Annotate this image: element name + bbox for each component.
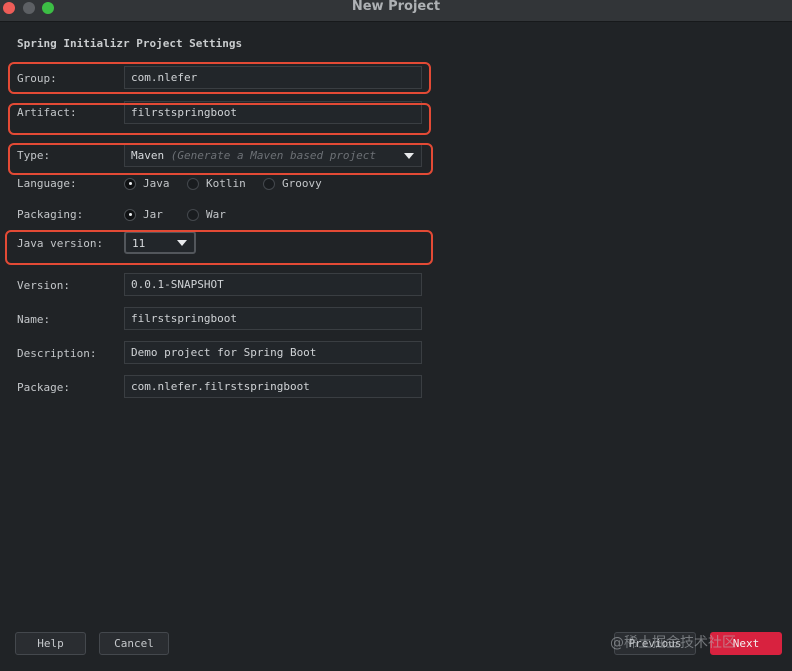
package-label: Package: <box>17 381 70 394</box>
packaging-label: Packaging: <box>17 208 84 221</box>
packaging-option-label: Jar <box>143 208 163 221</box>
language-radio-java[interactable]: Java <box>124 177 170 190</box>
radio-checked-icon <box>124 208 136 221</box>
language-option-label: Java <box>143 177 170 190</box>
description-field[interactable] <box>124 341 422 364</box>
cancel-button[interactable]: Cancel <box>99 632 169 655</box>
language-option-label: Kotlin <box>206 177 246 190</box>
section-title: Spring Initializr Project Settings <box>17 37 243 50</box>
radio-unchecked-icon <box>187 208 199 221</box>
radio-checked-icon <box>124 177 136 190</box>
language-radio-kotlin[interactable]: Kotlin <box>187 177 246 190</box>
packaging-radio-war[interactable]: War <box>187 208 226 221</box>
description-label: Description: <box>17 347 97 360</box>
package-field[interactable] <box>124 375 422 398</box>
packaging-radio-jar[interactable]: Jar <box>124 208 163 221</box>
radio-unchecked-icon <box>263 177 275 190</box>
window-title: New Project <box>351 0 441 14</box>
help-button[interactable]: Help <box>15 632 86 655</box>
language-label: Language: <box>17 177 77 190</box>
radio-unchecked-icon <box>187 177 199 190</box>
version-label: Version: <box>17 279 70 292</box>
name-field[interactable] <box>124 307 422 330</box>
title-bar: New Project <box>0 0 792 22</box>
highlight-box-artifact <box>8 103 431 135</box>
packaging-option-label: War <box>206 208 226 221</box>
highlight-box-group <box>8 62 431 94</box>
highlight-box-java-version <box>5 230 433 265</box>
language-option-label: Groovy <box>282 177 322 190</box>
language-radio-groovy[interactable]: Groovy <box>263 177 322 190</box>
version-field[interactable] <box>124 273 422 296</box>
watermark: @稀土掘金技术社区 <box>610 635 736 651</box>
name-label: Name: <box>17 313 51 326</box>
highlight-box-type <box>8 143 433 175</box>
